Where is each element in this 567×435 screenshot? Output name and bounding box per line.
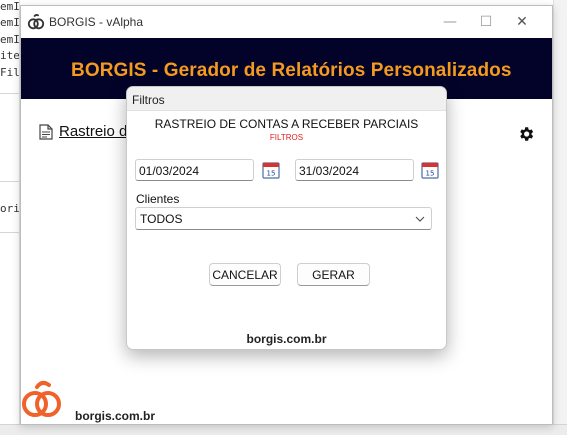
end-date-input[interactable]: 31/03/2024: [295, 159, 414, 181]
generate-button[interactable]: GERAR: [297, 263, 370, 286]
footer-brand: borgis.com.br: [75, 409, 156, 423]
cancel-button[interactable]: CANCELAR: [209, 263, 281, 286]
dialog-heading: RASTREIO DE CONTAS A RECEBER PARCIAIS: [154, 117, 419, 131]
dialog-titlebar[interactable]: Filtros: [127, 87, 446, 111]
dialog-footer-brand: borgis.com.br: [246, 332, 327, 346]
start-date-input[interactable]: 01/03/2024: [135, 159, 254, 181]
header-title: BORGIS - Gerador de Relatórios Personali…: [71, 60, 512, 81]
clientes-label: Clientes: [136, 192, 180, 206]
background-scrollbar: [553, 0, 567, 435]
filters-dialog: Filtros RASTREIO DE CONTAS A RECEBER PAR…: [126, 86, 447, 350]
report-link-label: Rastreio d: [59, 123, 128, 140]
chevron-down-icon: [415, 216, 425, 222]
clientes-select[interactable]: TODOS: [135, 207, 432, 230]
app-logo-icon: [27, 14, 45, 30]
background-divider: [0, 181, 19, 182]
background-code-line: emI: [0, 33, 20, 46]
calendar-day-label: 15: [267, 170, 276, 178]
calendar-icon[interactable]: 15: [261, 160, 281, 180]
dialog-subheading: FILTROS: [269, 133, 304, 142]
background-code-line: Fil: [0, 66, 20, 79]
background-code-line: ori: [0, 202, 20, 215]
gear-icon[interactable]: [517, 125, 535, 143]
clientes-selected-value: TODOS: [140, 212, 183, 226]
close-button[interactable]: ✕: [504, 6, 540, 38]
background-statusbar: [0, 424, 567, 435]
background-divider: [0, 232, 19, 233]
report-link[interactable]: Rastreio d: [39, 123, 127, 140]
calendar-icon[interactable]: 15: [420, 160, 440, 180]
dialog-title: Filtros: [132, 93, 165, 107]
window-title: BORGIS - vAlpha: [49, 15, 144, 29]
background-editor: emInfo: emI emI ite Fil ori: [0, 0, 20, 435]
background-divider: [0, 93, 19, 94]
window-titlebar[interactable]: BORGIS - vAlpha — ☐ ✕: [21, 6, 552, 38]
background-code-line: emInfo:: [0, 0, 20, 13]
borgis-logo-icon: [22, 380, 61, 417]
background-code-line: emI: [0, 16, 20, 29]
maximize-button[interactable]: ☐: [468, 6, 504, 38]
background-code-line: ite: [0, 49, 20, 62]
calendar-day-label: 15: [426, 170, 435, 178]
document-icon: [39, 123, 53, 140]
minimize-button[interactable]: —: [432, 6, 468, 38]
